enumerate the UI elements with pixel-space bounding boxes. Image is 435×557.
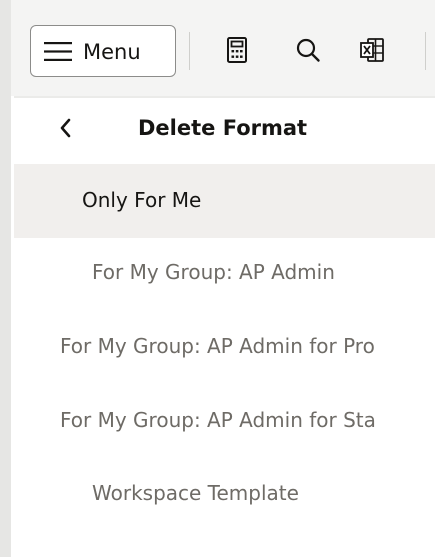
menu-item-group-ap-admin-sta[interactable]: For My Group: AP Admin for Sta xyxy=(14,384,435,458)
calculator-icon[interactable] xyxy=(223,36,251,64)
menu-button[interactable]: Menu xyxy=(30,25,176,77)
menu-item-group-ap-admin[interactable]: For My Group: AP Admin xyxy=(14,236,435,310)
toolbar-divider xyxy=(189,32,190,70)
toolbar-divider xyxy=(425,32,426,70)
export-excel-icon[interactable] xyxy=(358,36,386,64)
menu-item-label: Workspace Template xyxy=(92,481,299,505)
menu-item-only-for-me[interactable]: Only For Me xyxy=(14,164,435,238)
menu-item-group-ap-admin-pro[interactable]: For My Group: AP Admin for Pro xyxy=(14,310,435,384)
menu-item-label: For My Group: AP Admin for Pro xyxy=(60,334,375,358)
menu-button-label: Menu xyxy=(83,40,141,64)
panel-top-border xyxy=(14,96,435,98)
left-edge-strip xyxy=(0,0,11,557)
app-frame: Menu Delete Format Only For Me For My Gr… xyxy=(0,0,435,557)
hamburger-icon xyxy=(44,42,72,61)
menu-item-workspace-template[interactable]: Workspace Template xyxy=(14,457,435,531)
menu-item-label: For My Group: AP Admin for Sta xyxy=(60,408,376,432)
panel-title: Delete Format xyxy=(138,116,308,140)
menu-item-label: For My Group: AP Admin xyxy=(92,260,335,284)
chevron-left-icon[interactable] xyxy=(58,117,72,139)
menu-item-label: Only For Me xyxy=(82,188,202,212)
search-icon[interactable] xyxy=(294,36,322,64)
